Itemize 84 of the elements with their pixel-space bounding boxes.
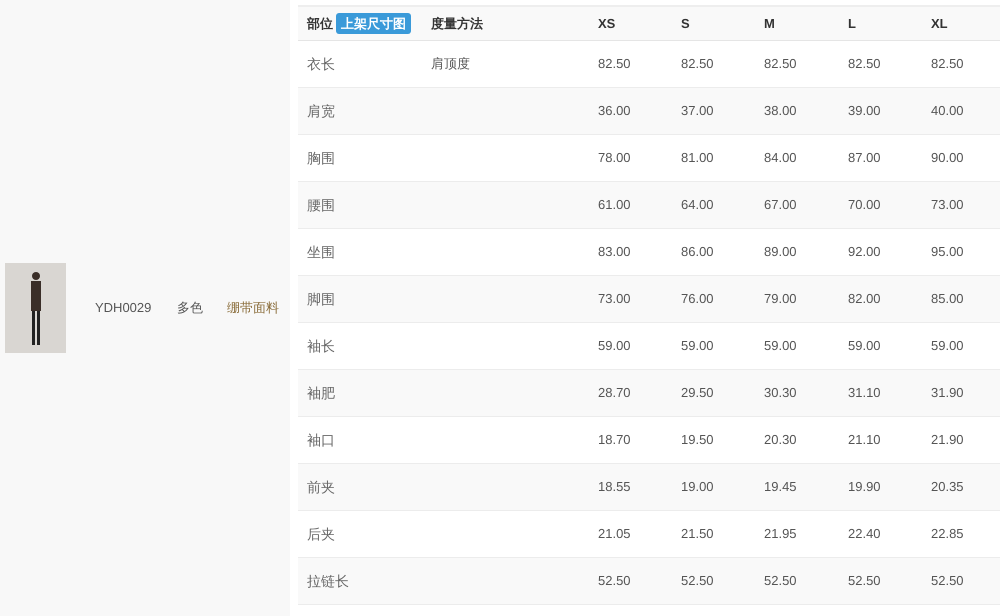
table-cell-text: 21.95: [764, 525, 798, 544]
table-cell-text: 18.55: [598, 478, 632, 496]
table-cell-text: 82.50: [931, 55, 965, 74]
table-cell-text: 40.00: [931, 102, 965, 120]
table-cell-text: 89.00: [764, 243, 798, 262]
column-header: L: [848, 14, 857, 33]
table-cell-text: 52.50: [848, 572, 882, 590]
table-cell-text: 73.00: [598, 290, 632, 308]
table-cell-text: 20.30: [764, 431, 798, 450]
table-cell-text: 95.00: [931, 243, 965, 262]
column-header: M: [764, 14, 776, 33]
table-cell-text: 袖肥: [306, 384, 336, 402]
table-cell-text: 90.00: [931, 149, 965, 168]
table-cell-text: 21.05: [598, 525, 632, 544]
table-cell-text: 87.00: [848, 149, 882, 168]
product-material: 绷带面料: [227, 299, 279, 318]
table-cell-text: 59.00: [681, 337, 715, 356]
table-cell-text: 52.50: [681, 572, 715, 590]
table-cell-text: 70.00: [848, 196, 882, 214]
table-cell-text: 52.50: [764, 572, 798, 590]
table-cell-text: 29.50: [681, 384, 715, 402]
table-cell: 肩顶度: [431, 56, 470, 72]
table-cell-text: 脚围: [306, 290, 336, 308]
table-cell-text: 59.00: [598, 337, 632, 356]
table-cell-text: 21.50: [681, 525, 715, 544]
product-color: 多色: [177, 299, 204, 318]
table-cell-text: 76.00: [681, 290, 715, 308]
column-header: XL: [931, 14, 949, 33]
table-cell-text: 73.00: [931, 196, 965, 214]
table-cell-text: 52.50: [598, 572, 632, 590]
table-cell-text: 21.10: [848, 431, 882, 450]
column-header: S: [681, 14, 691, 33]
table-cell-text: 28.70: [598, 384, 632, 402]
table-cell-text: 18.70: [598, 431, 632, 450]
table-cell-text: 59.00: [764, 337, 798, 356]
table-cell-text: 31.10: [848, 384, 882, 402]
table-cell-text: 92.00: [848, 243, 882, 262]
table-cell-text: 82.50: [598, 55, 632, 74]
table-cell-text: 79.00: [764, 290, 798, 308]
table-cell-text: 59.00: [848, 337, 882, 356]
table-cell-text: 36.00: [598, 102, 632, 120]
table-cell-text: 坐围: [306, 242, 336, 262]
table-cell-text: 31.90: [931, 384, 965, 402]
table-cell-text: 30.30: [764, 384, 798, 402]
table-cell-text: 59.00: [931, 337, 965, 356]
column-header: 部位: [307, 14, 333, 33]
table-cell-text: 胸围: [306, 148, 336, 168]
table-cell-text: 64.00: [681, 196, 715, 214]
table-cell-text: 83.00: [598, 243, 632, 262]
table-cell-text: 38.00: [764, 102, 798, 120]
table-cell-text: 52.50: [931, 572, 965, 590]
column-header: XS: [598, 14, 616, 33]
table-cell-text: 前夹: [306, 478, 336, 496]
table-cell-text: 21.90: [931, 431, 965, 450]
table-cell-text: 19.45: [764, 478, 798, 496]
table-cell-text: 袖口: [306, 430, 336, 450]
table-cell-text: 肩宽: [306, 102, 336, 120]
table-cell-text: 后夹: [306, 524, 336, 544]
product-code: YDH0029: [95, 299, 152, 318]
table-cell-text: 85.00: [931, 290, 965, 308]
table-cell-text: 82.50: [764, 55, 798, 74]
table-cell-text: 67.00: [764, 196, 798, 214]
table-cell-text: 82.00: [848, 290, 882, 308]
table-cell-text: 82.50: [681, 55, 715, 74]
table-cell-text: 20.35: [931, 478, 965, 496]
table-cell-text: 84.00: [764, 149, 798, 168]
table-cell-text: 22.40: [848, 525, 882, 544]
column-header: 度量方法: [431, 14, 484, 33]
table-cell-text: 61.00: [598, 196, 632, 214]
table-cell-text: 82.50: [848, 55, 882, 74]
table-cell-text: 19.90: [848, 478, 882, 496]
table-cell-text: 39.00: [848, 102, 882, 120]
table-cell-text: 81.00: [681, 149, 715, 168]
table-cell-text: 19.50: [681, 431, 715, 450]
table-cell-text: 86.00: [681, 243, 715, 262]
table-cell-text: 19.00: [681, 478, 715, 496]
table-cell-text: 37.00: [681, 102, 715, 120]
table-cell-text: 拉链长: [306, 572, 350, 590]
table-cell-text: 22.85: [931, 525, 965, 544]
table-cell-text: 78.00: [598, 149, 632, 168]
size-chart-button[interactable]: 上架尺寸图: [336, 12, 411, 34]
table-cell-text: 衣长: [306, 54, 336, 74]
table-cell-text: 袖长: [306, 336, 336, 356]
table-cell-text: 腰围: [306, 196, 336, 214]
